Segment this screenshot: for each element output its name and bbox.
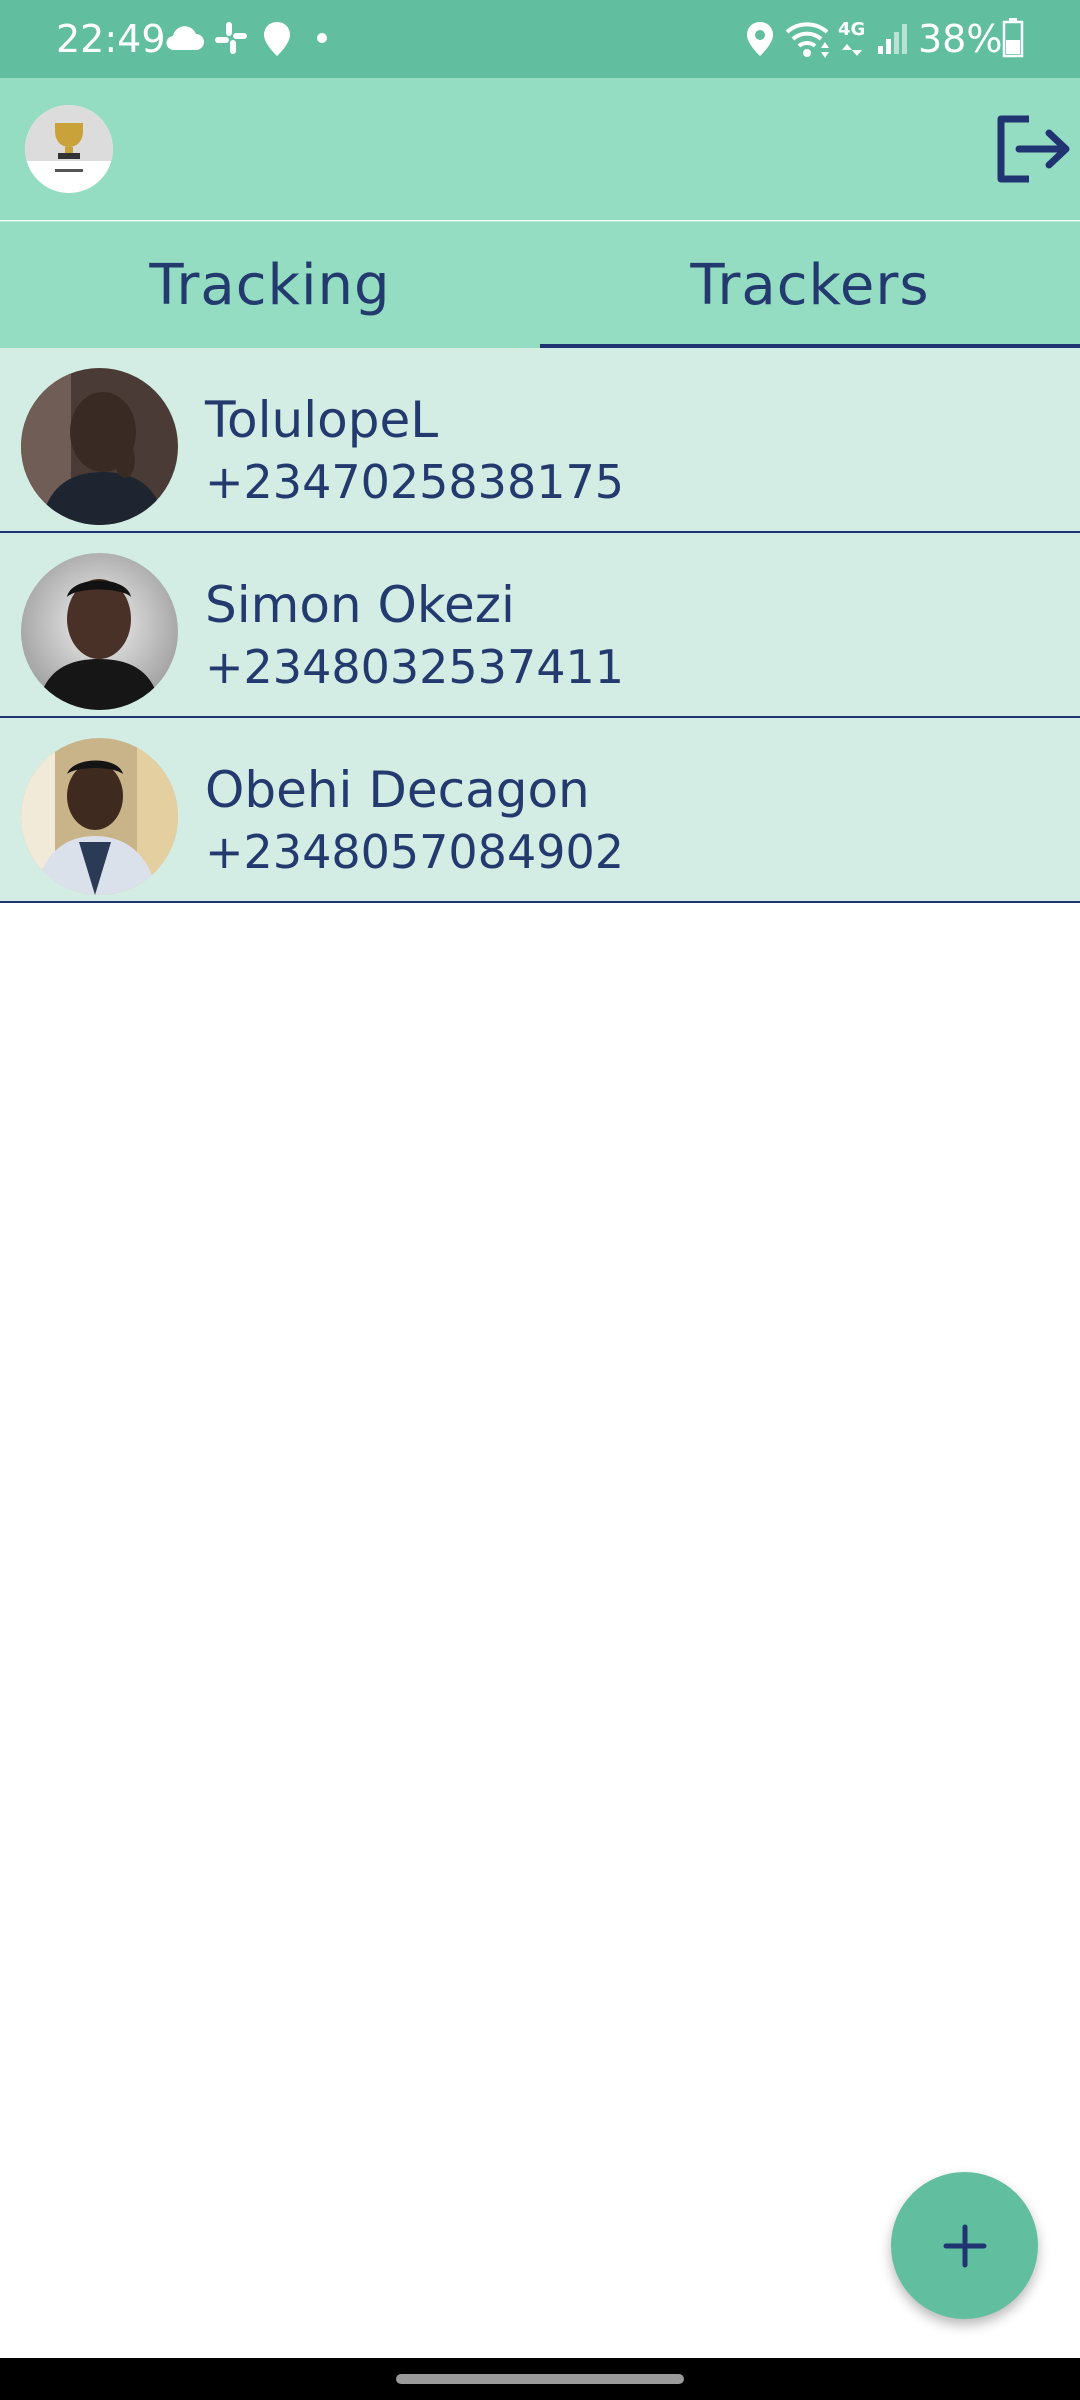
avatar <box>21 738 178 895</box>
battery-percentage: 38% <box>918 17 1003 61</box>
contact-phone: +2348032537411 <box>205 640 625 694</box>
tab-tracking[interactable]: Tracking <box>0 222 540 349</box>
contact-phone: +2347025838175 <box>205 455 625 509</box>
app-bar <box>0 78 1080 220</box>
trophy-icon <box>25 105 113 172</box>
network-type-label: 4G <box>838 19 866 40</box>
avatar <box>21 368 178 525</box>
contact-name: TolulopeL <box>205 391 439 449</box>
list-item[interactable]: Simon Okezi +2348032537411 <box>0 533 1080 718</box>
slack-icon <box>215 22 247 54</box>
contact-phone: +2348057084902 <box>205 825 625 879</box>
list-item[interactable]: TolulopeL +2347025838175 <box>0 348 1080 533</box>
logout-icon[interactable] <box>995 113 1073 185</box>
dot-icon <box>317 33 327 43</box>
tab-bar: Tracking Trackers <box>0 221 1080 349</box>
plus-icon <box>943 2224 986 2267</box>
avatar <box>21 553 178 710</box>
home-gesture-handle[interactable] <box>396 2374 684 2384</box>
contact-name: Obehi Decagon <box>205 761 590 819</box>
status-bar: 22:49 4G 38% <box>0 0 1080 78</box>
cloud-icon <box>166 26 204 51</box>
location-icon <box>747 22 773 56</box>
add-tracker-button[interactable] <box>891 2172 1038 2319</box>
data-arrows-icon <box>842 44 862 56</box>
list-item[interactable]: Obehi Decagon +2348057084902 <box>0 718 1080 903</box>
status-time: 22:49 <box>56 17 166 61</box>
tab-trackers[interactable]: Trackers <box>540 222 1080 349</box>
profile-avatar[interactable] <box>25 105 113 193</box>
trackers-list: TolulopeL +2347025838175 Simon Okezi +23… <box>0 348 1080 903</box>
signal-icon <box>878 24 907 54</box>
system-navigation-bar <box>0 2358 1080 2400</box>
contact-name: Simon Okezi <box>205 576 515 634</box>
map-pin-icon <box>264 22 290 56</box>
battery-icon <box>1002 18 1024 58</box>
wifi-icon <box>785 22 829 58</box>
